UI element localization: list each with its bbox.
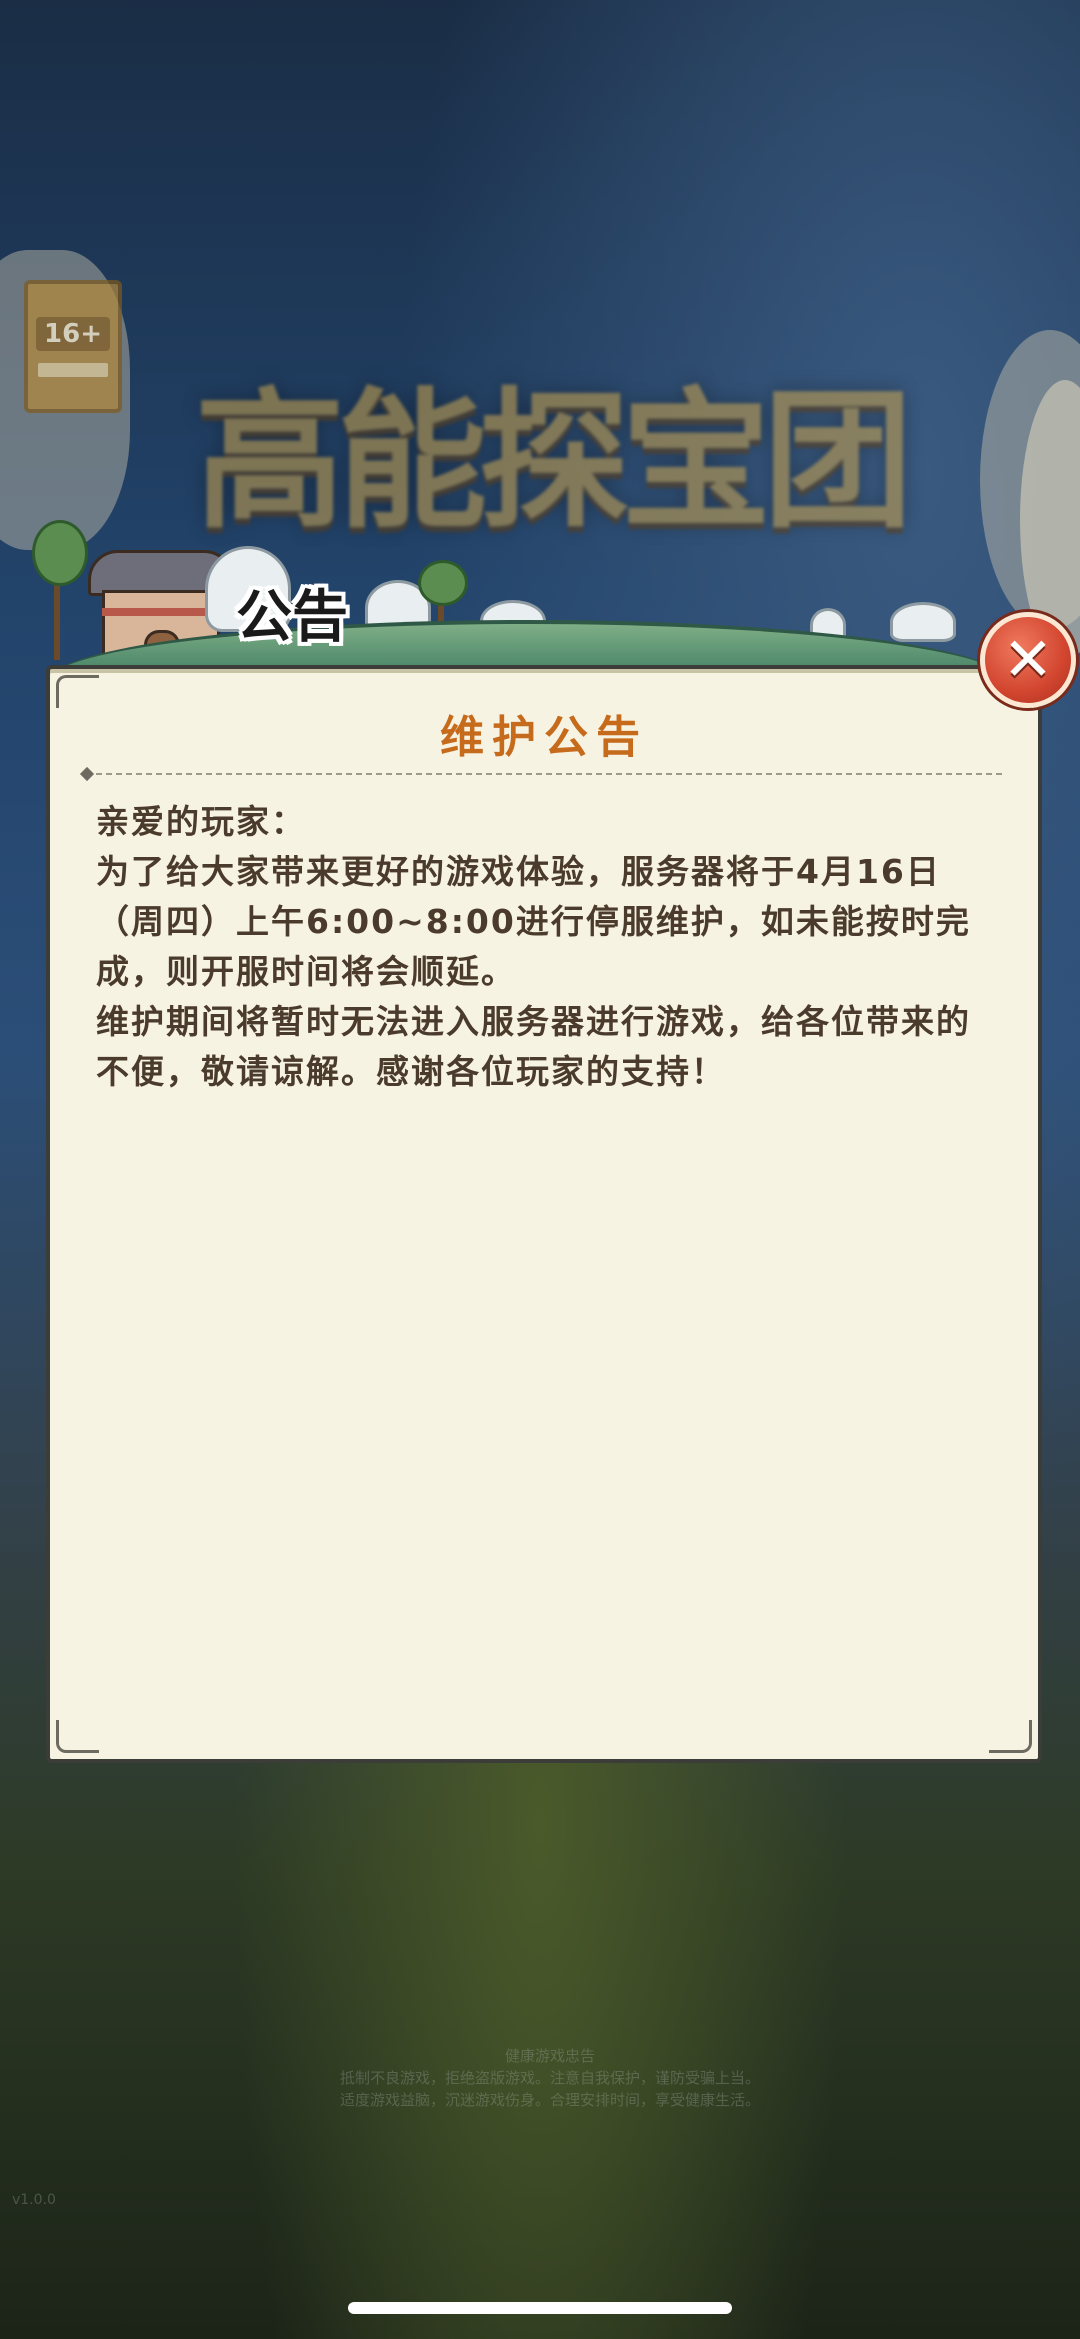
- notice-header-title: 公告: [236, 585, 348, 650]
- notice-header-scenery: [32, 520, 1040, 694]
- age-rating-text: 16+: [36, 316, 110, 351]
- close-icon: ✕: [1002, 625, 1054, 695]
- health-notice: 健康游戏忠告 抵制不良游戏，拒绝盗版游戏。注意自我保护，谨防受骗上当。 适度游戏…: [170, 2045, 930, 2111]
- notice-body[interactable]: 亲爱的玩家： 为了给大家带来更好的游戏体验，服务器将于4月16日（周四）上午6:…: [96, 797, 992, 1097]
- tree-icon: [32, 520, 88, 586]
- game-logo: 高能探宝团: [194, 375, 913, 549]
- close-button[interactable]: ✕: [980, 612, 1076, 708]
- notice-greeting: 亲爱的玩家：: [96, 802, 306, 841]
- notice-paragraph: 维护期间将暂时无法进入服务器进行游戏，给各位带来的不便，敬请谅解。感谢各位玩家的…: [96, 1002, 971, 1091]
- age-rating-caption: [38, 362, 108, 377]
- notice-paragraph: 为了给大家带来更好的游戏体验，服务器将于4月16日（周四）上午6:00~8:00…: [96, 852, 971, 991]
- version-label: v1.0.0: [12, 2192, 56, 2208]
- rock-icon: [890, 602, 956, 642]
- panel-corner-ornament: [989, 1720, 1032, 1753]
- tree-icon: [418, 560, 468, 606]
- health-notice-line: 适度游戏益脑，沉迷游戏伤身。合理安排时间，享受健康生活。: [339, 2091, 760, 2109]
- age-rating-badge: 16+: [24, 280, 122, 413]
- notice-panel: 维护公告 亲爱的玩家： 为了给大家带来更好的游戏体验，服务器将于4月16日（周四…: [46, 665, 1042, 1763]
- health-notice-line: 健康游戏忠告: [504, 2047, 595, 2065]
- panel-corner-ornament: [56, 1720, 99, 1753]
- health-notice-line: 抵制不良游戏，拒绝盗版游戏。注意自我保护，谨防受骗上当。: [339, 2069, 760, 2087]
- title-divider: [86, 773, 1002, 775]
- notice-title: 维护公告: [440, 712, 648, 763]
- home-indicator[interactable]: [348, 2302, 732, 2314]
